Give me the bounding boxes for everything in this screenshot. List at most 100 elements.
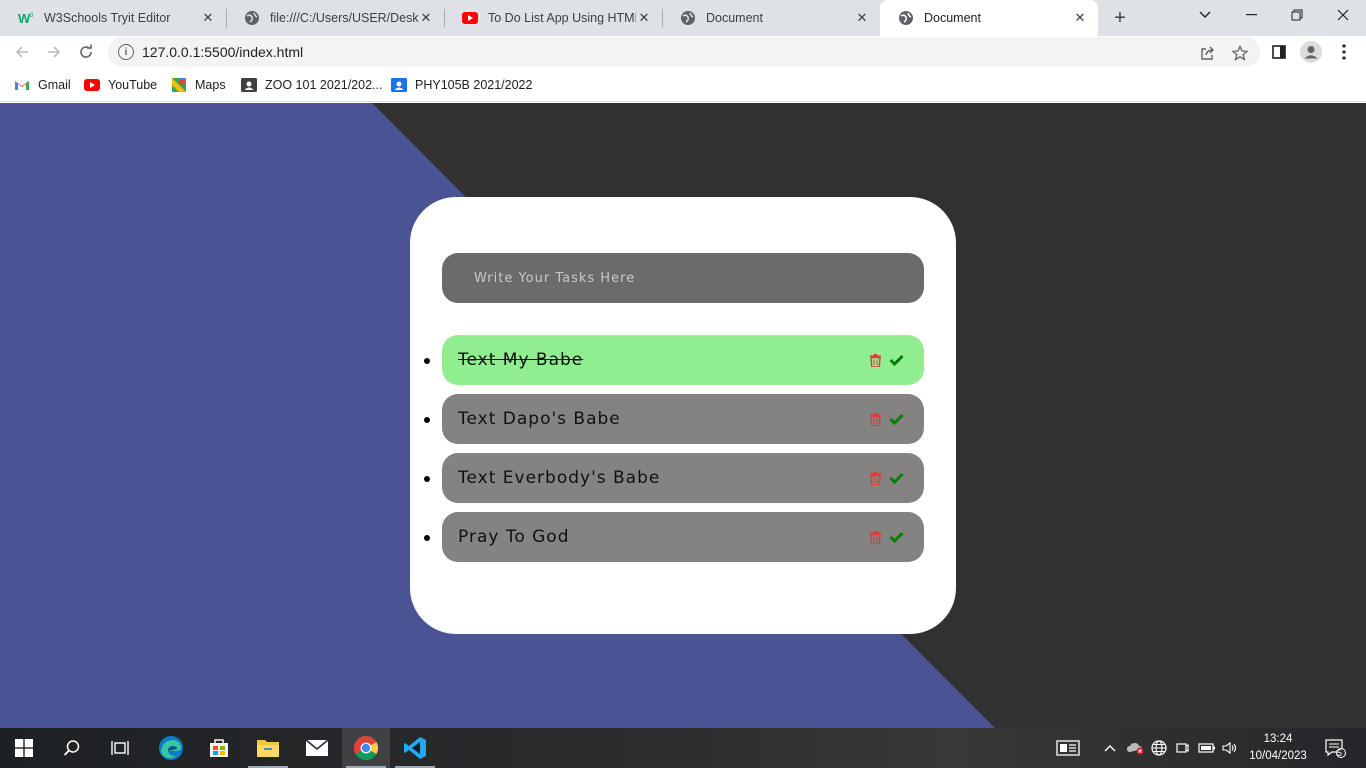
globe-icon [898, 10, 914, 26]
tab-document[interactable]: Document ✕ [662, 0, 880, 36]
svg-text:3: 3 [30, 13, 34, 19]
checkmark-icon[interactable] [888, 470, 904, 486]
youtube-icon [462, 10, 478, 26]
youtube-icon [84, 77, 100, 93]
maps-icon [171, 77, 187, 93]
meet-now-icon[interactable] [1172, 728, 1192, 768]
tab-w3schools[interactable]: W3 W3Schools Tryit Editor ✕ [0, 0, 226, 36]
share-icon[interactable] [1198, 43, 1218, 63]
task-input[interactable] [442, 253, 924, 303]
tab-title: W3Schools Tryit Editor [44, 11, 171, 25]
profile-avatar-icon[interactable] [1299, 40, 1323, 64]
windows-taskbar: 13:24 10/04/2023 5 [0, 728, 1366, 768]
gmail-icon [14, 77, 30, 93]
forward-button[interactable] [42, 40, 66, 64]
site-info-icon[interactable]: i [118, 44, 134, 60]
file-explorer-icon[interactable] [244, 728, 292, 768]
clock-date: 10/04/2023 [1249, 750, 1307, 762]
bookmark-star-icon[interactable] [1230, 43, 1250, 63]
task-text: Pray To God [458, 527, 570, 547]
clock-time: 13:24 [1263, 733, 1293, 745]
task-item[interactable]: Text Dapo's Babe [424, 394, 924, 444]
page-viewport: Text My Babe Text Dapo's Babe [0, 103, 1366, 728]
start-button[interactable] [0, 728, 48, 768]
bookmark-label: PHY105B 2021/2022 [415, 78, 533, 92]
tab-title: To Do List App Using HTML [488, 11, 636, 25]
bookmark-label: Gmail [38, 78, 71, 92]
back-button[interactable] [10, 40, 34, 64]
notification-count-badge: 5 [1337, 748, 1343, 758]
trash-icon[interactable] [868, 529, 882, 545]
bookmark-maps[interactable]: Maps [171, 76, 226, 94]
task-view-icon[interactable] [96, 728, 144, 768]
network-globe-icon[interactable] [1149, 728, 1169, 768]
volume-icon[interactable] [1220, 728, 1240, 768]
close-window-button[interactable] [1320, 0, 1366, 30]
task-text: Text My Babe [458, 350, 584, 370]
bookmark-label: Maps [195, 78, 226, 92]
menu-kebab-icon[interactable] [1332, 40, 1356, 64]
todo-card: Text My Babe Text Dapo's Babe [410, 197, 956, 634]
new-tab-button[interactable]: + [1108, 6, 1132, 30]
tab-title: Document [706, 11, 763, 25]
tab-strip: W3 W3Schools Tryit Editor ✕ file:///C:/U… [0, 0, 1366, 36]
checkmark-icon[interactable] [888, 352, 904, 368]
side-panel-icon[interactable] [1267, 40, 1291, 64]
restore-button[interactable] [1274, 0, 1320, 30]
close-icon[interactable]: ✕ [854, 10, 870, 26]
list-bullet [424, 535, 430, 541]
task-text: Text Everbody's Babe [458, 468, 661, 488]
tab-youtube-video[interactable]: To Do List App Using HTML ✕ [444, 0, 662, 36]
bookmark-youtube[interactable]: YouTube [84, 76, 157, 94]
trash-icon[interactable] [868, 352, 882, 368]
vscode-icon[interactable] [391, 728, 439, 768]
url-text: 127.0.0.1:5500/index.html [142, 44, 304, 60]
bookmark-gmail[interactable]: Gmail [14, 76, 71, 94]
address-bar[interactable]: i 127.0.0.1:5500/index.html [108, 37, 1260, 67]
search-icon[interactable] [48, 728, 96, 768]
task-text: Text Dapo's Babe [458, 409, 621, 429]
bookmarks-bar: Gmail YouTube Maps ZOO 101 2021/202... P… [0, 68, 1366, 102]
checkmark-icon[interactable] [888, 411, 904, 427]
list-bullet [424, 358, 430, 364]
tab-document-active[interactable]: Document ✕ [880, 0, 1098, 36]
globe-icon [244, 10, 260, 26]
close-icon[interactable]: ✕ [1072, 10, 1088, 26]
bookmark-phy105b[interactable]: PHY105B 2021/2022 [391, 76, 532, 94]
chevron-up-icon[interactable] [1100, 728, 1120, 768]
edge-icon[interactable] [147, 728, 195, 768]
task-list: Text My Babe Text Dapo's Babe Text Everb… [424, 335, 924, 571]
news-widget-icon[interactable] [1052, 728, 1084, 768]
battery-icon[interactable] [1196, 728, 1218, 768]
tab-file[interactable]: file:///C:/Users/USER/Desktop ✕ [226, 0, 444, 36]
classroom-icon [241, 77, 257, 93]
task-item[interactable]: Text Everbody's Babe [424, 453, 924, 503]
task-item[interactable]: Text My Babe [424, 335, 924, 385]
trash-icon[interactable] [868, 470, 882, 486]
task-item[interactable]: Pray To God [424, 512, 924, 562]
bookmark-label: YouTube [108, 78, 158, 92]
list-bullet [424, 417, 430, 423]
close-icon[interactable]: ✕ [418, 10, 434, 26]
reload-button[interactable] [74, 40, 98, 64]
checkmark-icon[interactable] [888, 529, 904, 545]
browser-toolbar: i 127.0.0.1:5500/index.html [0, 36, 1366, 68]
system-clock[interactable]: 13:24 10/04/2023 [1244, 731, 1312, 765]
w3schools-icon: W3 [18, 10, 34, 26]
tab-search-button[interactable] [1182, 0, 1228, 30]
onedrive-error-icon[interactable] [1124, 728, 1146, 768]
store-icon[interactable] [195, 728, 243, 768]
close-icon[interactable]: ✕ [200, 10, 216, 26]
trash-icon[interactable] [868, 411, 882, 427]
minimize-button[interactable] [1228, 0, 1274, 30]
chrome-icon[interactable] [342, 728, 390, 768]
tab-title: file:///C:/Users/USER/Desktop [270, 11, 418, 25]
mail-icon[interactable] [293, 728, 341, 768]
classroom-icon [391, 77, 407, 93]
action-center-icon[interactable]: 5 [1320, 728, 1350, 768]
close-icon[interactable]: ✕ [636, 10, 652, 26]
list-bullet [424, 476, 430, 482]
bookmark-zoo101[interactable]: ZOO 101 2021/202... [241, 76, 382, 94]
tab-title: Document [924, 11, 981, 25]
globe-icon [680, 10, 696, 26]
